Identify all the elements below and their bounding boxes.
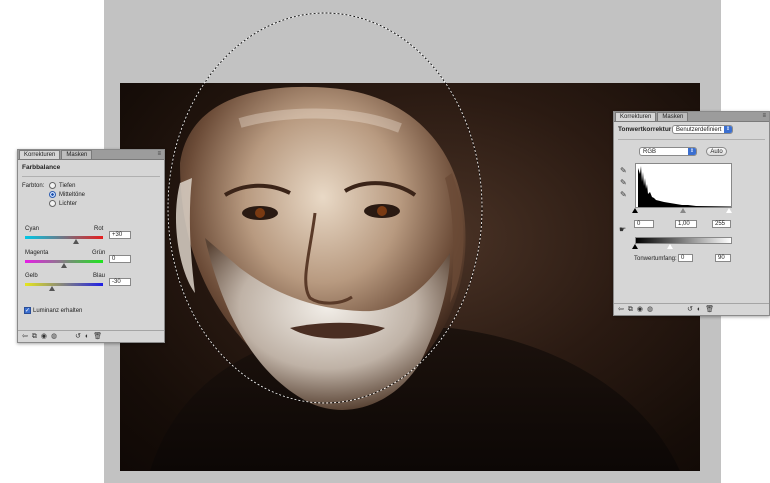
output-black-field[interactable]: 0 [678,254,693,262]
input-white-field[interactable]: 255 [712,220,731,228]
panel-menu-icon[interactable]: ≡ [157,151,161,157]
slider-blau-label: Blau [93,273,106,279]
toggle-layer-icon[interactable]: ◐ [697,305,701,315]
slider-magenta-gruen-thumb[interactable] [61,263,67,268]
input-gamma-field[interactable]: 1,00 [675,220,697,228]
radio-mitteltoene[interactable] [49,191,56,198]
gelb-blau-value-field[interactable]: -30 [109,278,131,286]
slider-cyan-label: Cyan [25,226,40,232]
slider-gelb-label: Gelb [25,273,38,279]
delete-trash-icon[interactable]: 🗑 [93,332,102,342]
output-white-field[interactable]: 90 [715,254,731,262]
panel-footer-toolbar: ⇦ ⧉ ◉ ◍ ↺ ◐ 🗑 [614,303,769,315]
visibility-eye-icon[interactable]: ◉ [41,332,47,342]
visibility-eye-icon[interactable]: ◉ [637,305,643,315]
chevron-updown-icon: ⇕ [688,148,696,155]
radio-mitteltoene-label: Mitteltöne [59,192,86,198]
channel-select[interactable]: RGB ⇕ [639,147,697,156]
auto-button[interactable]: Auto [706,147,727,156]
radio-lichter[interactable] [49,200,56,207]
tonwertumfang-label: Tonwertumfang: [634,256,677,262]
slider-gruen-label: Grün [92,250,106,256]
magenta-gruen-value-field[interactable]: 0 [109,255,131,263]
clipping-hand-icon[interactable]: ☛ [619,225,626,234]
toggle-layer-icon[interactable]: ◐ [85,332,89,342]
reset-icon[interactable]: ↺ [687,305,693,315]
layer-clip-icon[interactable]: ⧉ [32,332,37,342]
radio-tiefen-label: Tiefen [59,183,76,189]
slider-magenta-label: Magenta [25,250,49,256]
panel-menu-icon[interactable]: ≡ [762,113,766,119]
output-black-slider[interactable] [632,244,638,249]
output-gradient-bar [635,237,732,244]
input-gamma-slider[interactable] [680,208,686,213]
panel-title: Tonwertkorrektur [618,126,672,133]
black-point-eyedropper-icon[interactable]: ✎ [620,166,627,175]
white-point-eyedropper-icon[interactable]: ✎ [620,190,627,199]
adjustments-panel-color-balance: Korrekturen Masken ≡ Farbbalance Farbton… [17,149,165,343]
back-arrow-icon[interactable]: ⇦ [618,305,624,315]
channel-value: RGB [643,149,657,155]
input-black-field[interactable]: 0 [634,220,654,228]
radio-lichter-label: Lichter [59,201,78,207]
view-previous-icon[interactable]: ◍ [647,305,653,315]
preset-select[interactable]: Benutzerdefiniert ⇕ [672,125,733,134]
layer-clip-icon[interactable]: ⧉ [628,305,633,315]
slider-cyan-rot-track[interactable] [25,236,103,239]
radio-tiefen[interactable] [49,182,56,189]
view-previous-icon[interactable]: ◍ [51,332,57,342]
slider-gelb-blau-thumb[interactable] [49,286,56,291]
gray-point-eyedropper-icon[interactable]: ✎ [620,178,627,187]
histogram-graph [638,166,731,207]
chevron-updown-icon: ⇕ [724,126,732,133]
input-black-slider[interactable] [632,208,638,213]
slider-gelb-blau-track[interactable] [25,283,103,286]
divider [22,176,160,177]
tab-korrekturen[interactable]: Korrekturen [615,112,657,121]
luminanz-checkbox[interactable]: ✓ [24,307,31,314]
back-arrow-icon[interactable]: ⇦ [22,332,28,342]
panel-tab-bar: Korrekturen Masken ≡ [18,150,164,160]
slider-cyan-rot-thumb[interactable] [72,239,79,244]
panel-footer-toolbar: ⇦ ⧉ ◉ ◍ ↺ ◐ 🗑 [18,330,164,342]
tab-masken[interactable]: Masken [657,112,689,121]
divider [618,139,765,140]
panel-title: Farbbalance [22,164,61,171]
tab-korrekturen[interactable]: Korrekturen [19,150,61,159]
tab-masken[interactable]: Masken [61,150,93,159]
farbton-label: Farbton: [22,183,45,189]
preset-value: Benutzerdefiniert [676,127,722,133]
delete-trash-icon[interactable]: 🗑 [705,305,714,315]
adjustments-panel-levels: Korrekturen Masken ≡ Tonwertkorrektur Be… [613,111,770,316]
slider-rot-label: Rot [94,226,104,232]
input-white-slider[interactable] [726,208,732,213]
panel-tab-bar: Korrekturen Masken ≡ [614,112,769,122]
reset-icon[interactable]: ↺ [75,332,81,342]
luminanz-label: Luminanz erhalten [33,308,83,314]
output-white-slider[interactable] [667,244,673,249]
cyan-rot-value-field[interactable]: +30 [109,231,131,239]
histogram [635,163,732,208]
